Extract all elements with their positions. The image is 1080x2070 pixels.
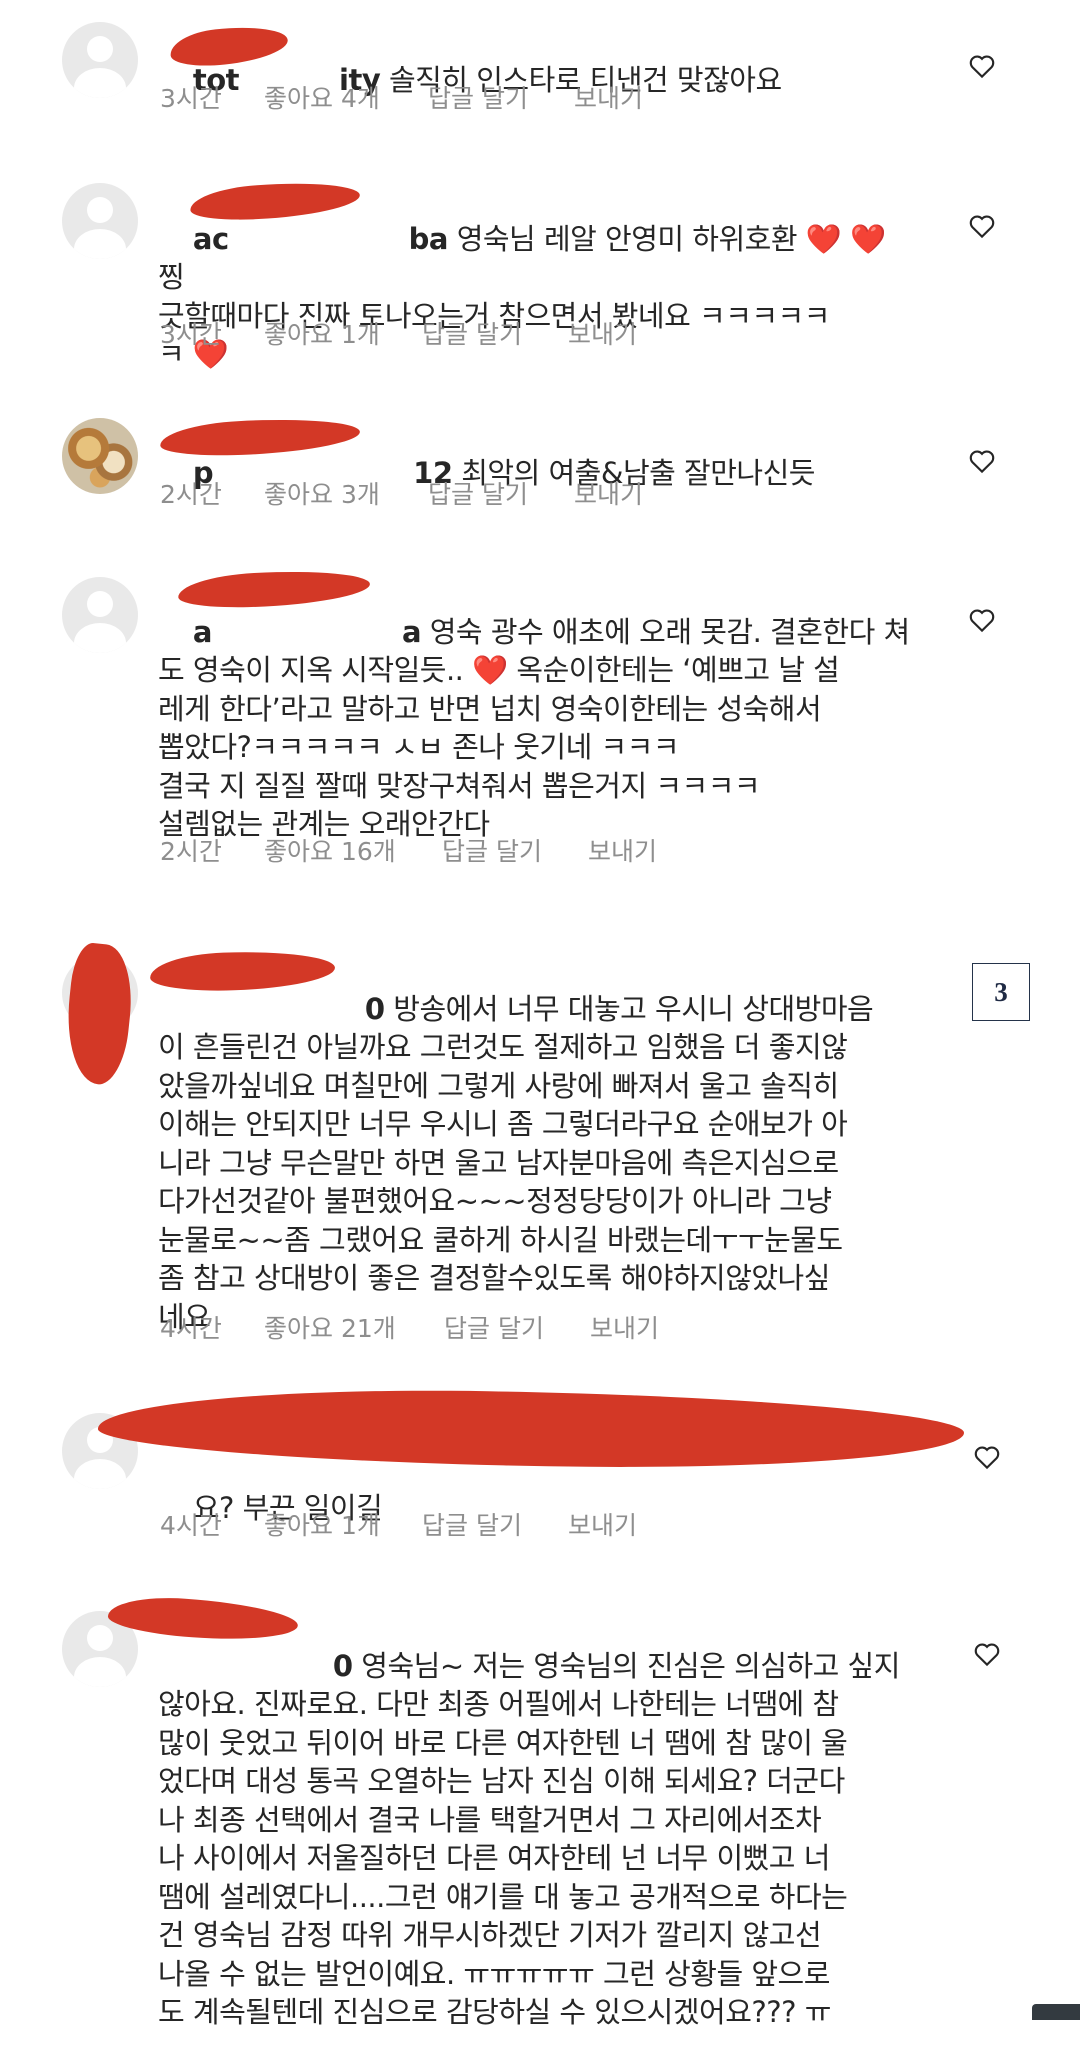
send-button[interactable]: 보내기 <box>574 475 643 511</box>
heart-outline-icon[interactable] <box>972 1442 1002 1472</box>
comment-likes[interactable]: 좋아요 3개 <box>264 475 380 511</box>
comment-likes[interactable]: 좋아요 1개 <box>264 1506 380 1542</box>
heart-outline-icon[interactable] <box>972 1639 1002 1669</box>
send-button[interactable]: 보내기 <box>568 315 637 351</box>
heart-outline-icon[interactable] <box>967 446 997 476</box>
default-avatar-icon[interactable] <box>62 183 138 259</box>
comment-time: 4시간 <box>160 1511 222 1540</box>
comment-time: 2시간 <box>160 480 222 509</box>
comment-username[interactable]: ac <box>193 222 229 256</box>
comment-username-tail[interactable]: 0 <box>333 1649 353 1683</box>
heart-outline-icon[interactable] <box>967 51 997 81</box>
comment-likes[interactable]: 좋아요 4개 <box>264 79 380 115</box>
default-avatar-icon[interactable] <box>62 22 138 98</box>
page-number-badge: 3 <box>972 963 1030 1021</box>
comment-time: 2시간 <box>160 837 222 866</box>
comment-text: 방송에서 너무 대놓고 우시니 상대방마음 이 흔들린건 아닐까요 그런것도 절… <box>158 991 874 1334</box>
send-button[interactable]: 보내기 <box>588 832 657 868</box>
comment-text: 영숙 광수 애초에 오래 못감. 결혼한다 쳐 도 영숙이 지옥 시작일듯.. … <box>158 614 910 842</box>
window-corner-handle <box>1032 2004 1080 2020</box>
comment-username-tail[interactable]: 0 <box>365 992 385 1026</box>
heart-outline-icon[interactable] <box>967 211 997 241</box>
send-button[interactable]: 보내기 <box>574 79 643 115</box>
comment-username-tail[interactable]: a <box>402 615 422 649</box>
comment-time: 3시간 <box>160 84 222 113</box>
reply-button[interactable]: 답글 달기 <box>428 475 528 511</box>
default-avatar-icon[interactable] <box>62 577 138 653</box>
comment-text: 영숙님~ 저는 영숙님의 진심은 의심하고 싶지 않아요. 진짜로요. 다만 최… <box>158 1648 900 2030</box>
reply-button[interactable]: 답글 달기 <box>428 79 528 115</box>
redaction-mark <box>60 941 138 1087</box>
comment-time: 3시간 <box>160 320 222 349</box>
reply-button[interactable]: 답글 달기 <box>444 1309 544 1345</box>
comment-likes[interactable]: 좋아요 21개 <box>264 1309 396 1345</box>
comment-username[interactable]: a <box>193 615 213 649</box>
comment-likes[interactable]: 좋아요 16개 <box>264 832 396 868</box>
comment-time: 4시간 <box>160 1314 222 1343</box>
food-photo-avatar[interactable] <box>62 418 138 494</box>
comment-username-tail[interactable]: ba <box>409 222 449 256</box>
send-button[interactable]: 보내기 <box>590 1309 659 1345</box>
comment-likes[interactable]: 좋아요 1개 <box>264 315 380 351</box>
heart-outline-icon[interactable] <box>967 605 997 635</box>
reply-button[interactable]: 답글 달기 <box>442 832 542 868</box>
reply-button[interactable]: 답글 달기 <box>422 315 522 351</box>
send-button[interactable]: 보내기 <box>568 1506 637 1542</box>
reply-button[interactable]: 답글 달기 <box>422 1506 522 1542</box>
